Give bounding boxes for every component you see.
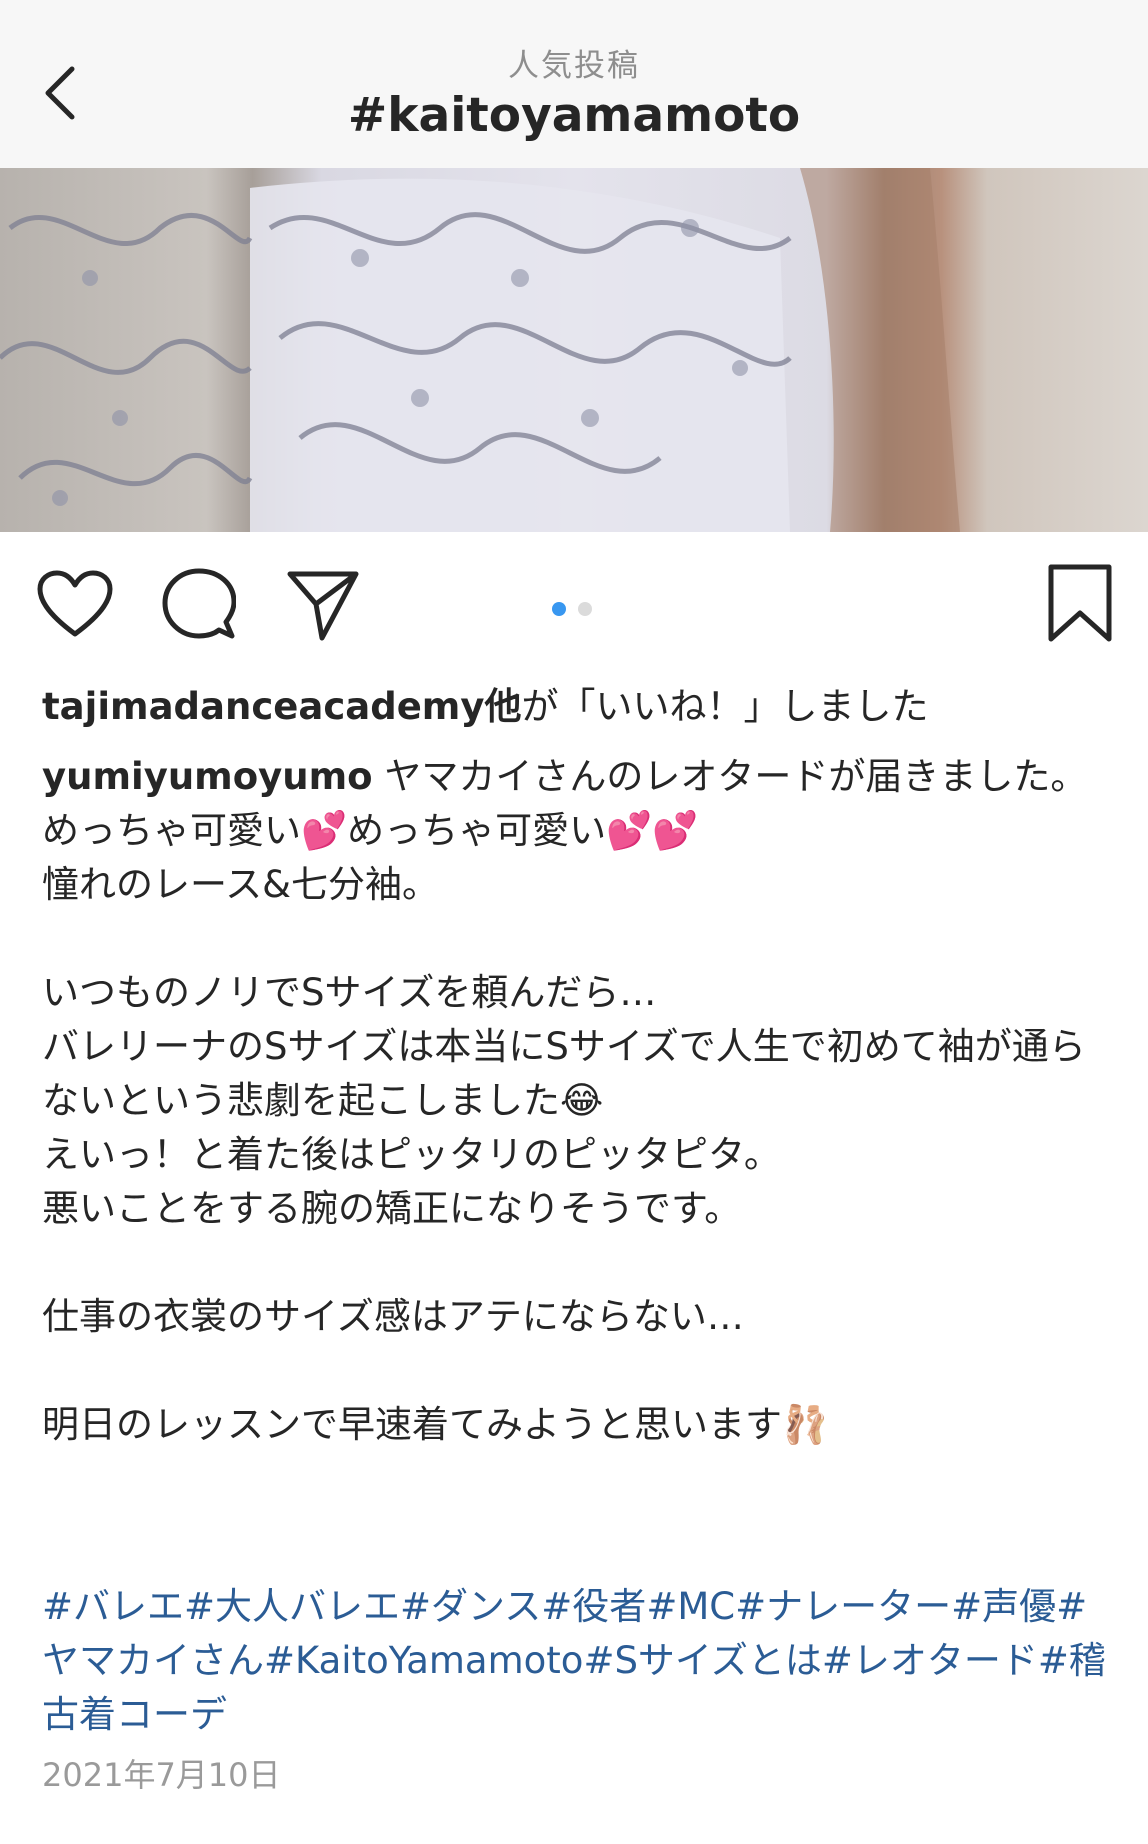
liker-username[interactable]: tajimadanceacademy他	[42, 685, 521, 728]
caption-line: 憧れのレース&七分袖。	[42, 863, 440, 906]
hashtag-link[interactable]: #レオタード	[822, 1639, 1038, 1682]
comment-icon	[162, 568, 237, 646]
caption-line: 仕事の衣裳のサイズ感はアテにならない…	[42, 1295, 744, 1338]
leotard-lace-image	[0, 168, 960, 532]
bookmark-icon	[1047, 563, 1113, 647]
likes-text: が「いいね！」しました	[521, 685, 929, 728]
carousel-indicator	[552, 602, 592, 616]
hashtag-list: #バレエ#大人バレエ#ダンス#役者#MC#ナレーター#声優#ヤマカイさん#Kai…	[42, 1580, 1117, 1742]
caption-line: 悪いことをする腕の矯正になりそうです。	[42, 1187, 742, 1230]
header-subtitle: 人気投稿	[508, 48, 640, 84]
hashtag-link[interactable]: #MC	[646, 1585, 735, 1628]
hashtag-link[interactable]: #声優	[951, 1585, 1056, 1628]
top-nav-bar: 人気投稿 #kaitoyamamoto	[0, 0, 1148, 169]
post-caption: yumiyumoyumo ヤマカイさんのレオタードが届きました。 めっちゃ可愛い…	[42, 750, 1117, 1452]
hashtag-link[interactable]: #バレエ	[42, 1585, 184, 1628]
save-button[interactable]	[1042, 562, 1118, 648]
hashtag-link[interactable]: #大人バレエ	[184, 1585, 400, 1628]
paper-plane-icon	[286, 568, 360, 646]
hashtag-link[interactable]: #KaitoYamamoto	[264, 1639, 583, 1682]
caption-username[interactable]: yumiyumoyumo	[42, 755, 373, 798]
carousel-dot-active	[552, 602, 566, 616]
caption-line: いつものノリでSサイズを頼んだら…	[42, 971, 657, 1014]
hashtag-link[interactable]: #Sサイズとは	[583, 1639, 821, 1682]
post-date: 2021年7月10日	[42, 1756, 281, 1794]
caption-line: めっちゃ可愛い💕めっちゃ可愛い💕💕	[42, 809, 699, 852]
post-image[interactable]	[0, 168, 1148, 532]
caption-line: 明日のレッスンで早速着てみようと思います🩰	[42, 1403, 829, 1446]
carousel-dot	[578, 602, 592, 616]
caption-line: バレリーナのSサイズは本当にSサイズで人生で初めて袖が通らないという悲劇を起こし…	[42, 1025, 1086, 1122]
hashtag-link[interactable]: #ダンス	[400, 1585, 541, 1628]
caption-line: えいっ！と着た後はピッタリのピッタピタ。	[42, 1133, 781, 1176]
like-button[interactable]	[36, 568, 114, 646]
caption-line: ヤマカイさんのレオタードが届きました。	[372, 755, 1088, 798]
hashtag-title: #kaitoyamamoto	[347, 88, 801, 143]
hashtag-link[interactable]: #役者	[541, 1585, 646, 1628]
comment-button[interactable]	[160, 568, 238, 646]
hashtag-link[interactable]: #ナレーター	[735, 1585, 951, 1628]
heart-icon	[37, 570, 113, 644]
likes-summary: tajimadanceacademy他が「いいね！」しました	[42, 680, 1117, 734]
share-button[interactable]	[284, 568, 362, 646]
